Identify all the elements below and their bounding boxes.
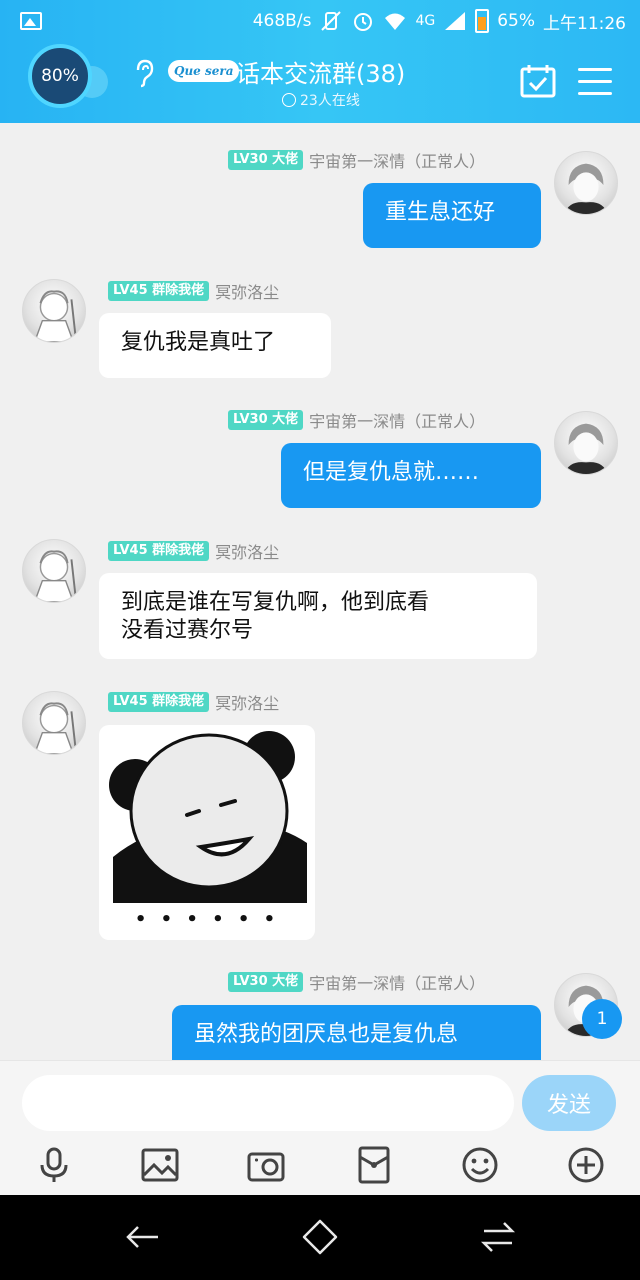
sender-name: 宇宙第一深情（正常人） <box>309 974 486 993</box>
message-input[interactable] <box>22 1075 514 1131</box>
message-bubble[interactable]: 但是复仇息就…… <box>281 443 541 508</box>
header: 468B/s 4G 65% 上午11:26 80% Que sera 话本交流群… <box>0 0 640 123</box>
send-button[interactable]: 发送 <box>522 1075 616 1131</box>
status-bar: 468B/s 4G 65% 上午11:26 <box>0 0 640 42</box>
brand-logo: Que sera <box>168 60 240 82</box>
level-badge: LV30 大佬 <box>228 972 304 992</box>
network-type: 4G <box>415 13 436 29</box>
emoji-icon[interactable] <box>460 1145 500 1185</box>
sender-name: 宇宙第一深情（正常人） <box>309 152 486 171</box>
sender-meta: LV45 群除我佬 冥弥洛尘 <box>108 539 279 563</box>
calendar-check-icon[interactable] <box>520 64 556 98</box>
input-area: 发送 <box>0 1060 640 1195</box>
message-bubble[interactable]: 虽然我的团厌息也是复仇息 <box>172 1005 541 1060</box>
message-bubble[interactable]: 到底是谁在写复仇啊，他到底看 没看过赛尔号 <box>99 573 537 659</box>
unread-count-badge[interactable]: 1 <box>582 999 622 1039</box>
sticker-caption: • • • • • • <box>134 909 280 930</box>
sender-meta: LV45 群除我佬 冥弥洛尘 <box>108 690 279 714</box>
wifi-icon <box>383 10 407 32</box>
level-badge: LV30 大佬 <box>228 410 304 430</box>
signal-icon <box>443 10 467 32</box>
sticker-message[interactable]: • • • • • • <box>99 725 315 940</box>
clock: 上午11:26 <box>543 13 626 34</box>
level-badge: LV45 群除我佬 <box>108 281 210 301</box>
online-status: 23人在线 <box>282 90 360 110</box>
avatar[interactable] <box>554 151 618 215</box>
image-icon[interactable] <box>140 1145 180 1185</box>
plus-icon[interactable] <box>566 1145 606 1185</box>
ear-icon[interactable] <box>132 58 156 88</box>
sender-meta: LV45 群除我佬 冥弥洛尘 <box>108 279 279 303</box>
sender-meta: LV30 大佬 宇宙第一深情（正常人） <box>228 970 485 994</box>
level-badge: LV45 群除我佬 <box>108 541 210 561</box>
system-nav-bar <box>0 1195 640 1280</box>
chat-message-list[interactable]: LV30 大佬 宇宙第一深情（正常人） 重生息还好 LV45 群除我佬 冥弥洛尘… <box>0 123 640 1060</box>
back-icon[interactable] <box>122 1217 162 1257</box>
online-icon <box>282 93 296 107</box>
menu-icon[interactable] <box>578 68 612 96</box>
recent-apps-icon[interactable] <box>478 1217 518 1257</box>
sender-meta: LV30 大佬 宇宙第一深情（正常人） <box>228 408 485 432</box>
page-title[interactable]: 话本交流群(38) <box>236 54 405 89</box>
microphone-icon[interactable] <box>34 1145 74 1185</box>
home-icon[interactable] <box>300 1217 340 1257</box>
message-bubble[interactable]: 复仇我是真吐了 <box>99 313 331 378</box>
net-speed: 468B/s <box>252 11 312 31</box>
red-packet-icon[interactable] <box>354 1145 394 1185</box>
speed-progress-button[interactable]: 80% <box>28 44 92 108</box>
level-badge: LV45 群除我佬 <box>108 692 210 712</box>
panda-meme-sticker <box>109 731 307 903</box>
sender-name: 冥弥洛尘 <box>215 694 280 713</box>
sender-name: 冥弥洛尘 <box>215 283 280 302</box>
progress-label: 80% <box>41 66 79 86</box>
gallery-notification-icon <box>20 12 42 30</box>
title-row: 80% Que sera 话本交流群(38) 23人在线 <box>0 42 640 123</box>
avatar[interactable] <box>22 279 86 343</box>
level-badge: LV30 大佬 <box>228 150 304 170</box>
camera-icon[interactable] <box>246 1145 286 1185</box>
input-toolbar <box>0 1143 640 1191</box>
battery-percent: 65% <box>497 11 535 31</box>
avatar[interactable] <box>22 539 86 603</box>
avatar[interactable] <box>22 691 86 755</box>
battery-icon <box>475 9 490 33</box>
message-bubble[interactable]: 重生息还好 <box>363 183 541 248</box>
vibrate-off-icon <box>319 10 343 32</box>
online-count: 23人在线 <box>300 93 360 109</box>
sender-name: 冥弥洛尘 <box>215 543 280 562</box>
sender-meta: LV30 大佬 宇宙第一深情（正常人） <box>228 148 485 172</box>
avatar[interactable] <box>554 411 618 475</box>
status-indicators: 468B/s 4G 65% 上午11:26 <box>253 8 626 34</box>
alarm-icon <box>351 10 375 32</box>
sender-name: 宇宙第一深情（正常人） <box>309 412 486 431</box>
